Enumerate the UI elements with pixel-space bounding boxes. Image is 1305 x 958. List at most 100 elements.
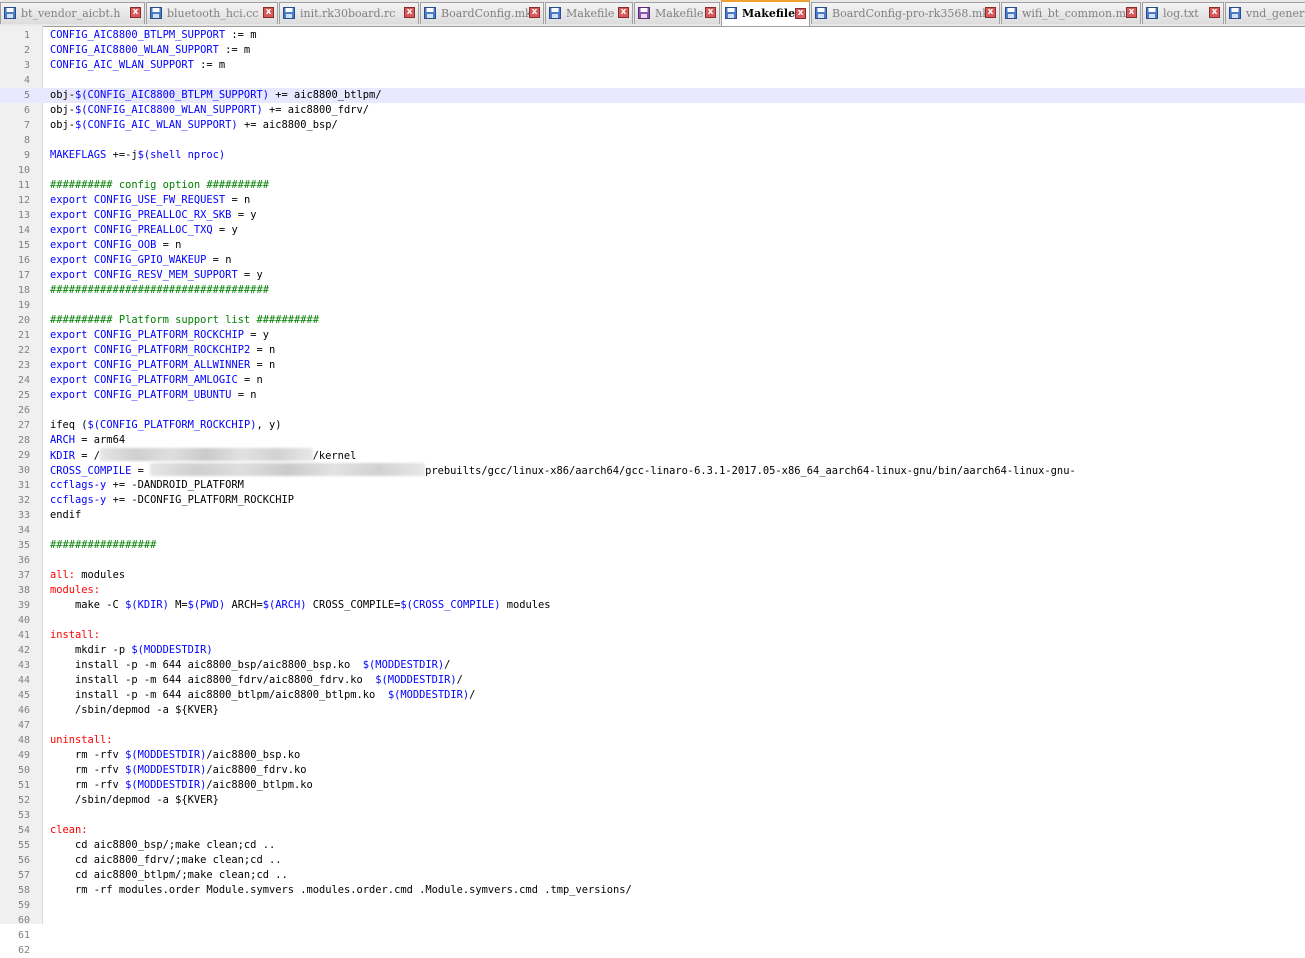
tab-makefile-active[interactable]: Makefile x bbox=[721, 0, 810, 26]
code-text: export CONFIG_PLATFORM_ALLWINNER = n bbox=[50, 358, 275, 373]
tab-log-txt[interactable]: log.txt x bbox=[1142, 2, 1224, 24]
close-tab-icon[interactable]: x bbox=[1126, 7, 1137, 18]
code-line[interactable]: 5 obj-$(CONFIG_AIC8800_BTLPM_SUPPORT) += … bbox=[0, 88, 1305, 103]
code-line[interactable]: 22 export CONFIG_PLATFORM_ROCKCHIP2 = n bbox=[0, 343, 1305, 358]
line-number: 26 bbox=[17, 405, 30, 416]
line-number: 19 bbox=[17, 300, 30, 311]
tab-init-rk30board-rc[interactable]: init.rk30board.rc x bbox=[279, 2, 419, 24]
code-line[interactable]: 24 export CONFIG_PLATFORM_AMLOGIC = n bbox=[0, 373, 1305, 388]
close-tab-icon[interactable]: x bbox=[529, 7, 540, 18]
close-tab-icon[interactable]: x bbox=[404, 7, 415, 18]
code-line[interactable]: 21 export CONFIG_PLATFORM_ROCKCHIP = y bbox=[0, 328, 1305, 343]
code-line[interactable]: 18 ################################### bbox=[0, 283, 1305, 298]
code-line[interactable]: 41 install: bbox=[0, 628, 1305, 643]
code-line[interactable]: 55 cd aic8800_bsp/;make clean;cd .. bbox=[0, 838, 1305, 853]
code-line[interactable]: 3 CONFIG_AIC_WLAN_SUPPORT := m bbox=[0, 58, 1305, 73]
code-line[interactable]: 44 install -p -m 644 aic8800_fdrv/aic880… bbox=[0, 673, 1305, 688]
code-line[interactable]: 26 bbox=[0, 403, 1305, 418]
tab-bluetooth-hci-cc[interactable]: bluetooth_hci.cc x bbox=[146, 2, 278, 24]
code-line[interactable]: 33 endif bbox=[0, 508, 1305, 523]
code-line[interactable]: 17 export CONFIG_RESV_MEM_SUPPORT = y bbox=[0, 268, 1305, 283]
tab-makefile-2[interactable]: Makefile x bbox=[634, 2, 720, 24]
tab-boardconfig-mk[interactable]: BoardConfig.mk x bbox=[420, 2, 544, 24]
code-line[interactable]: 46 /sbin/depmod -a ${KVER} bbox=[0, 703, 1305, 718]
code-line[interactable]: 57 cd aic8800_btlpm/;make clean;cd .. bbox=[0, 868, 1305, 883]
code-token: /aic8800_fdrv.ko bbox=[206, 764, 307, 776]
code-line[interactable]: 62 bbox=[0, 943, 1305, 958]
code-line[interactable]: 20 ########## Platform support list #####… bbox=[0, 313, 1305, 328]
code-line[interactable]: 11 ########## config option ########## bbox=[0, 178, 1305, 193]
code-line[interactable]: 49 rm -rfv $(MODDESTDIR)/aic8800_bsp.ko bbox=[0, 748, 1305, 763]
variable: $(shell nproc) bbox=[137, 149, 226, 161]
code-line[interactable]: 10 bbox=[0, 163, 1305, 178]
variable: $(MODDESTDIR) bbox=[125, 749, 207, 761]
code-line[interactable]: 38 modules: bbox=[0, 583, 1305, 598]
code-line[interactable]: 14 export CONFIG_PREALLOC_TXQ = y bbox=[0, 223, 1305, 238]
code-line[interactable]: 37 all: modules bbox=[0, 568, 1305, 583]
close-tab-icon[interactable]: x bbox=[263, 7, 274, 18]
close-tab-icon[interactable]: x bbox=[705, 7, 716, 18]
code-line[interactable]: 51 rm -rfv $(MODDESTDIR)/aic8800_btlpm.k… bbox=[0, 778, 1305, 793]
code-line[interactable]: 31 ccflags-y += -DANDROID_PLATFORM bbox=[0, 478, 1305, 493]
code-text: obj-$(CONFIG_AIC_WLAN_SUPPORT) += aic880… bbox=[50, 118, 338, 133]
code-line[interactable]: 28 ARCH = arm64 bbox=[0, 433, 1305, 448]
code-token: = / bbox=[75, 450, 101, 462]
code-line[interactable]: 4 bbox=[0, 73, 1305, 88]
code-line[interactable]: 2 CONFIG_AIC8800_WLAN_SUPPORT := m bbox=[0, 43, 1305, 58]
close-tab-icon[interactable]: x bbox=[618, 7, 629, 18]
code-line[interactable]: 43 install -p -m 644 aic8800_bsp/aic8800… bbox=[0, 658, 1305, 673]
line-number: 30 bbox=[17, 465, 30, 476]
code-line[interactable]: 25 export CONFIG_PLATFORM_UBUNTU = n bbox=[0, 388, 1305, 403]
code-line[interactable]: 52 /sbin/depmod -a ${KVER} bbox=[0, 793, 1305, 808]
line-number: 52 bbox=[17, 795, 30, 806]
close-tab-icon[interactable]: x bbox=[795, 8, 806, 19]
code-line[interactable]: 16 export CONFIG_GPIO_WAKEUP = n bbox=[0, 253, 1305, 268]
code-line[interactable]: 15 export CONFIG_OOB = n bbox=[0, 238, 1305, 253]
code-line[interactable]: 8 bbox=[0, 133, 1305, 148]
line-number: 53 bbox=[17, 810, 30, 821]
code-text: CROSS_COMPILE = prebuilts/gcc/linux-x86/… bbox=[50, 463, 1076, 479]
code-line[interactable]: 48 uninstall: bbox=[0, 733, 1305, 748]
code-editor[interactable]: 1 CONFIG_AIC8800_BTLPM_SUPPORT := m 2 CONFI… bbox=[0, 26, 1305, 956]
code-line[interactable]: 23 export CONFIG_PLATFORM_ALLWINNER = n bbox=[0, 358, 1305, 373]
code-line[interactable]: 36 bbox=[0, 553, 1305, 568]
code-line[interactable]: 56 cd aic8800_fdrv/;make clean;cd .. bbox=[0, 853, 1305, 868]
variable: CONFIG_PREALLOC_TXQ bbox=[93, 224, 213, 236]
code-token: install -p -m 644 aic8800_btlpm/aic8800_… bbox=[50, 689, 388, 701]
code-line[interactable]: 35 ################# bbox=[0, 538, 1305, 553]
tab-boardconfig-pro-rk3568-mk[interactable]: BoardConfig-pro-rk3568.mk x bbox=[811, 2, 1000, 24]
tab-wifi-bt-common-mk[interactable]: wifi_bt_common.mk x bbox=[1001, 2, 1141, 24]
code-line[interactable]: 34 bbox=[0, 523, 1305, 538]
code-line[interactable]: 42 mkdir -p $(MODDESTDIR) bbox=[0, 643, 1305, 658]
code-line[interactable]: 45 install -p -m 644 aic8800_btlpm/aic88… bbox=[0, 688, 1305, 703]
code-line[interactable]: 58 rm -rf modules.order Module.symvers .… bbox=[0, 883, 1305, 898]
code-line[interactable]: 12 export CONFIG_USE_FW_REQUEST = n bbox=[0, 193, 1305, 208]
code-line[interactable]: 7 obj-$(CONFIG_AIC_WLAN_SUPPORT) += aic88… bbox=[0, 118, 1305, 133]
code-line[interactable]: 61 bbox=[0, 928, 1305, 943]
close-tab-icon[interactable]: x bbox=[130, 7, 141, 18]
code-line[interactable]: 27 ifeq ($(CONFIG_PLATFORM_ROCKCHIP), y) bbox=[0, 418, 1305, 433]
code-line[interactable]: 30 CROSS_COMPILE = prebuilts/gcc/linux-x8… bbox=[0, 463, 1305, 478]
variable: $(MODDESTDIR) bbox=[125, 764, 207, 776]
code-line[interactable]: 39 make -C $(KDIR) M=$(PWD) ARCH=$(ARCH)… bbox=[0, 598, 1305, 613]
code-line[interactable]: 50 rm -rfv $(MODDESTDIR)/aic8800_fdrv.ko bbox=[0, 763, 1305, 778]
tab-vnd-generic[interactable]: vnd_generic bbox=[1225, 2, 1305, 24]
code-line[interactable]: 59 bbox=[0, 898, 1305, 913]
code-line[interactable]: 19 bbox=[0, 298, 1305, 313]
tab-makefile-1[interactable]: Makefile x bbox=[545, 2, 633, 24]
code-line[interactable]: 1 CONFIG_AIC8800_BTLPM_SUPPORT := m bbox=[0, 28, 1305, 43]
code-line[interactable]: 54 clean: bbox=[0, 823, 1305, 838]
code-line[interactable]: 53 bbox=[0, 808, 1305, 823]
tab-bt-vendor-aicbt-h[interactable]: bt_vendor_aicbt.h x bbox=[0, 2, 145, 24]
code-line[interactable]: 29 KDIR = / /kernel bbox=[0, 448, 1305, 463]
code-line[interactable]: 47 bbox=[0, 718, 1305, 733]
code-line[interactable]: 60 bbox=[0, 913, 1305, 928]
variable: CONFIG_PLATFORM_AMLOGIC bbox=[93, 374, 238, 386]
close-tab-icon[interactable]: x bbox=[1209, 7, 1220, 18]
code-line[interactable]: 9 MAKEFLAGS +=-j$(shell nproc) bbox=[0, 148, 1305, 163]
code-line[interactable]: 32 ccflags-y += -DCONFIG_PLATFORM_ROCKCHI… bbox=[0, 493, 1305, 508]
code-line[interactable]: 40 bbox=[0, 613, 1305, 628]
code-line[interactable]: 6 obj-$(CONFIG_AIC8800_WLAN_SUPPORT) += a… bbox=[0, 103, 1305, 118]
code-line[interactable]: 13 export CONFIG_PREALLOC_RX_SKB = y bbox=[0, 208, 1305, 223]
close-tab-icon[interactable]: x bbox=[985, 7, 996, 18]
